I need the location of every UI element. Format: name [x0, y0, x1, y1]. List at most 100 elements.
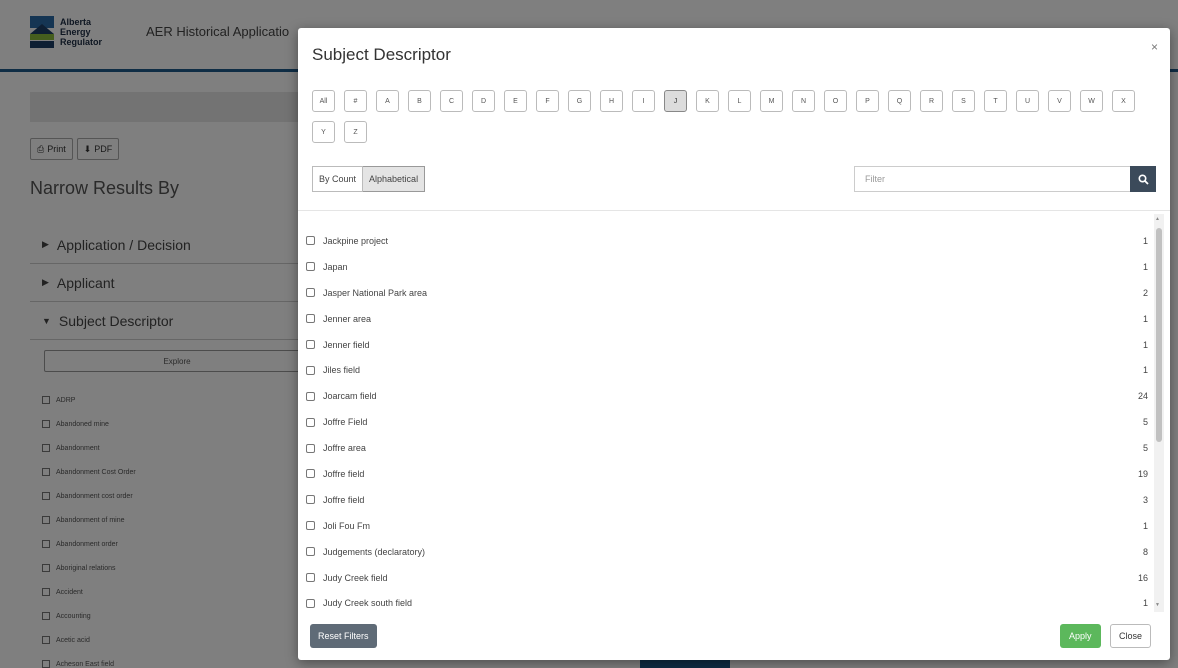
result-count: 1 — [1142, 520, 1148, 531]
close-button[interactable]: Close — [1110, 624, 1152, 648]
letter-button[interactable]: O — [824, 90, 847, 112]
letter-button[interactable]: # — [344, 90, 367, 112]
result-count: 3 — [1142, 494, 1148, 505]
letter-button[interactable]: E — [504, 90, 527, 112]
result-label: Jackpine project — [323, 235, 389, 246]
search-icon — [1137, 173, 1149, 185]
sort-toggle: By Count Alphabetical — [312, 166, 426, 192]
result-row[interactable]: Judy Creek field 16 — [306, 565, 1148, 591]
letter-button[interactable]: U — [1016, 90, 1039, 112]
result-row[interactable]: Jackpine project 1 — [306, 228, 1148, 254]
letter-button[interactable]: C — [440, 90, 463, 112]
scroll-up-arrow-icon[interactable]: ▲ — [1155, 216, 1160, 222]
result-row[interactable]: Joli Fou Fm 1 — [306, 513, 1148, 539]
result-checkbox[interactable] — [306, 236, 315, 246]
result-checkbox[interactable] — [306, 262, 315, 272]
letter-button[interactable]: J — [664, 90, 687, 112]
result-count: 5 — [1142, 417, 1148, 428]
letter-button[interactable]: T — [984, 90, 1007, 112]
apply-button[interactable]: Apply — [1060, 624, 1101, 648]
result-row[interactable]: Jenner field 1 — [306, 332, 1148, 358]
reset-filters-button[interactable]: Reset Filters — [310, 624, 377, 648]
letter-button[interactable]: X — [1112, 90, 1135, 112]
result-checkbox[interactable] — [306, 365, 315, 375]
letter-button[interactable]: Z — [344, 121, 367, 143]
letter-button[interactable]: G — [568, 90, 591, 112]
result-label: Judy Creek field — [323, 572, 388, 583]
result-count: 24 — [1137, 391, 1148, 402]
result-checkbox[interactable] — [306, 598, 315, 608]
scrollbar-thumb[interactable] — [1156, 228, 1162, 442]
result-count: 1 — [1142, 313, 1148, 324]
result-count: 1 — [1142, 365, 1148, 376]
letter-button[interactable]: H — [600, 90, 623, 112]
result-count: 8 — [1142, 546, 1148, 557]
letter-button[interactable]: I — [632, 90, 655, 112]
result-row[interactable]: Joffre Field 5 — [306, 409, 1148, 435]
result-label: Jenner area — [323, 313, 372, 324]
result-count: 1 — [1142, 261, 1148, 272]
result-label: Japan — [323, 261, 348, 272]
letter-button[interactable]: V — [1048, 90, 1071, 112]
sort-alphabetical-button[interactable]: Alphabetical — [363, 166, 426, 192]
letter-button[interactable]: Y — [312, 121, 335, 143]
letter-button[interactable]: P — [856, 90, 879, 112]
letter-button[interactable]: D — [472, 90, 495, 112]
result-row[interactable]: Judgements (declaratory) 8 — [306, 539, 1148, 565]
result-label: Jiles field — [323, 365, 361, 376]
result-checkbox[interactable] — [306, 547, 315, 557]
result-checkbox[interactable] — [306, 495, 315, 505]
letter-button[interactable]: Q — [888, 90, 911, 112]
result-count: 2 — [1142, 287, 1148, 298]
result-checkbox[interactable] — [306, 288, 315, 298]
result-row[interactable]: Joarcam field 24 — [306, 383, 1148, 409]
result-label: Judy Creek south field — [323, 598, 413, 609]
result-count: 1 — [1142, 598, 1148, 609]
letter-button[interactable]: W — [1080, 90, 1103, 112]
letter-button[interactable]: A — [376, 90, 399, 112]
modal-title: Subject Descriptor — [312, 45, 451, 64]
result-row[interactable]: Japan 1 — [306, 254, 1148, 280]
letter-button[interactable]: L — [728, 90, 751, 112]
result-row[interactable]: Joffre field 3 — [306, 487, 1148, 513]
letter-filter-bar: All # A B C D E F G H I J K L M N O P Q R S T U V W X Y Z — [312, 90, 1152, 143]
letter-button[interactable]: N — [792, 90, 815, 112]
result-row[interactable]: Judy Creek south field 1 — [306, 590, 1148, 616]
letter-button[interactable]: All — [312, 90, 335, 112]
letter-button[interactable]: R — [920, 90, 943, 112]
letter-button[interactable]: M — [760, 90, 783, 112]
result-count: 5 — [1142, 443, 1148, 454]
letter-button[interactable]: K — [696, 90, 719, 112]
result-row[interactable]: Jenner area 1 — [306, 306, 1148, 332]
close-icon[interactable]: × — [1151, 40, 1158, 54]
letter-button[interactable]: S — [952, 90, 975, 112]
result-label: Joffre area — [323, 443, 366, 454]
result-checkbox[interactable] — [306, 314, 315, 324]
result-checkbox[interactable] — [306, 469, 315, 479]
result-label: Judgements (declaratory) — [323, 546, 426, 557]
filter-input[interactable] — [854, 166, 1130, 192]
result-checkbox[interactable] — [306, 443, 315, 453]
result-label: Jenner field — [323, 339, 370, 350]
result-label: Joffre field — [323, 494, 365, 505]
result-label: Joffre field — [323, 468, 365, 479]
result-checkbox[interactable] — [306, 391, 315, 401]
result-row[interactable]: Joffre field 19 — [306, 461, 1148, 487]
filter-search-button[interactable] — [1130, 166, 1156, 192]
result-row[interactable]: Joffre area 5 — [306, 435, 1148, 461]
scroll-down-arrow-icon[interactable]: ▼ — [1155, 602, 1160, 608]
sort-by-count-button[interactable]: By Count — [312, 166, 364, 192]
result-checkbox[interactable] — [306, 417, 315, 427]
result-row[interactable]: Jasper National Park area 2 — [306, 280, 1148, 306]
letter-button[interactable]: F — [536, 90, 559, 112]
result-count: 16 — [1137, 572, 1148, 583]
letter-button[interactable]: B — [408, 90, 431, 112]
result-checkbox[interactable] — [306, 340, 315, 349]
result-checkbox[interactable] — [306, 573, 315, 583]
result-label: Joffre Field — [323, 417, 368, 428]
divider — [298, 210, 1170, 211]
result-count: 19 — [1137, 468, 1148, 479]
results-list: Jackpine project 1 Japan 1 Jasper National P… — [306, 228, 1148, 616]
result-checkbox[interactable] — [306, 521, 315, 531]
result-row[interactable]: Jiles field 1 — [306, 357, 1148, 383]
